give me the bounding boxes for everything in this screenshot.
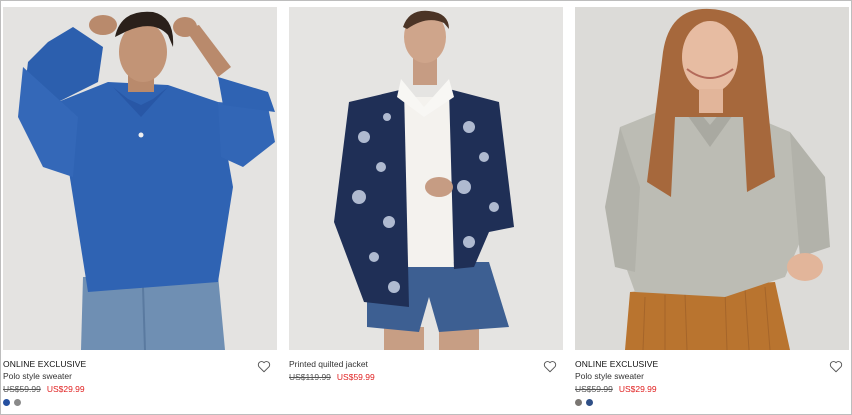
product-name[interactable]: Polo style sweater (575, 370, 849, 382)
product-photo (3, 7, 277, 350)
product-grid: ONLINE EXCLUSIVE Polo style sweater US$5… (0, 0, 852, 415)
product-image-printed-quilted-jacket[interactable] (289, 7, 563, 350)
original-price: US$119.99 (289, 372, 331, 382)
color-swatch-grey[interactable] (14, 399, 21, 406)
product-card[interactable]: ONLINE EXCLUSIVE Polo style sweater US$5… (575, 7, 849, 410)
product-name[interactable]: Printed quilted jacket (289, 358, 563, 370)
product-photo (289, 7, 563, 350)
sale-price: US$29.99 (618, 384, 657, 394)
heart-icon[interactable] (543, 360, 557, 373)
product-name[interactable]: Polo style sweater (3, 370, 277, 382)
product-info: Printed quilted jacket US$119.99 US$59.9… (289, 350, 563, 410)
online-exclusive-label: ONLINE EXCLUSIVE (575, 359, 659, 369)
color-swatch-blue[interactable] (586, 399, 593, 406)
product-info: ONLINE EXCLUSIVE Polo style sweater US$5… (575, 350, 849, 410)
product-image-blue-polo-sweater[interactable] (3, 7, 277, 350)
product-card[interactable]: Printed quilted jacket US$119.99 US$59.9… (289, 7, 563, 410)
price-group: US$59.99 US$29.99 (3, 383, 277, 395)
heart-icon[interactable] (829, 360, 843, 373)
color-swatch-grey[interactable] (575, 399, 582, 406)
product-card[interactable]: ONLINE EXCLUSIVE Polo style sweater US$5… (3, 7, 277, 410)
color-swatches (575, 399, 849, 406)
sale-price: US$29.99 (46, 384, 85, 394)
product-info: ONLINE EXCLUSIVE Polo style sweater US$5… (3, 350, 277, 410)
online-exclusive-label: ONLINE EXCLUSIVE (3, 359, 87, 369)
heart-icon[interactable] (257, 360, 271, 373)
product-photo (575, 7, 849, 350)
price-group: US$59.99 US$29.99 (575, 383, 849, 395)
original-price: US$59.99 (3, 384, 41, 394)
color-swatch-blue[interactable] (3, 399, 10, 406)
original-price: US$59.99 (575, 384, 613, 394)
color-swatches (3, 399, 277, 406)
sale-price: US$59.99 (336, 372, 375, 382)
price-group: US$119.99 US$59.99 (289, 371, 563, 383)
product-image-grey-polo-sweater[interactable] (575, 7, 849, 350)
